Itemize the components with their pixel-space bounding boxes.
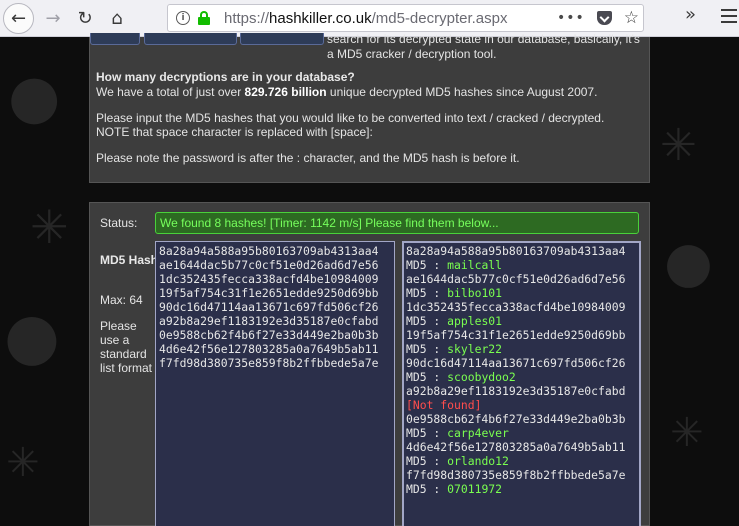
spider-decoration-icon: ✳	[670, 410, 704, 456]
result-output-textarea[interactable]: 8a28a94a588a95b80163709ab4313aa4 MD5 : ma…	[402, 241, 641, 526]
back-button[interactable]: ←	[3, 2, 34, 34]
decrypted-password: skyler22	[447, 342, 503, 356]
forward-arrow-icon: →	[45, 7, 61, 29]
result-hash-line: 8a28a94a588a95b80163709ab4313aa4	[406, 244, 626, 258]
faq-question: How many decryptions are in your databas…	[96, 70, 355, 84]
info-panel: search for its decrypted state in our da…	[89, 32, 650, 183]
toolbar-overflow-icon[interactable]: »	[685, 4, 696, 25]
faq-answer: We have a total of just over 829.726 bil…	[96, 85, 597, 99]
result-prefix: MD5 :	[406, 454, 448, 468]
result-prefix: MD5 :	[406, 258, 448, 272]
home-icon: ⌂	[111, 7, 123, 29]
input-hash-line: 0e9588cb62f4b6f27e33d449e2ba0b3b	[159, 328, 379, 342]
input-hash-line: a92b8a29ef1183192e3d35187e0cfabd	[159, 314, 379, 328]
pumpkin-decoration-icon: ●	[8, 62, 61, 132]
pumpkin-decoration-icon: ●	[4, 300, 60, 374]
top-button-1[interactable]	[90, 33, 140, 45]
intro-text: search for its decrypted state in our da…	[327, 32, 640, 61]
url-path: /md5-decrypter.aspx	[371, 9, 508, 27]
input-hash-line: 90dc16d47114aa13671c697fd506cf26	[159, 300, 379, 314]
max-hashes-label: Max: 64	[100, 293, 143, 307]
decrypted-password: carp4ever	[447, 426, 509, 440]
back-arrow-icon: ←	[10, 7, 27, 29]
result-hash-line: 4d6e42f56e127803285a0a7649b5ab11	[406, 440, 626, 454]
pumpkin-decoration-icon: ●	[664, 230, 713, 295]
result-prefix: MD5 :	[406, 426, 448, 440]
decrypted-password: apples01	[447, 314, 503, 328]
forward-button[interactable]: →	[38, 3, 68, 33]
not-found-label: [Not found]	[406, 398, 482, 412]
decrypter-panel: Status: We found 8 hashes! [Timer: 1142 …	[89, 202, 650, 526]
input-hash-line: 8a28a94a588a95b80163709ab4313aa4	[159, 244, 379, 258]
spider-decoration-icon: ✳	[30, 200, 69, 254]
input-hash-line: 19f5af754c31f1e2651edde9250d69bb	[159, 286, 379, 300]
bookmark-star-icon[interactable]: ☆	[624, 8, 639, 28]
reload-icon: ↻	[77, 7, 93, 29]
input-hash-line: ae1644dac5b77c0cf51e0d26ad6d7e56	[159, 258, 379, 272]
reload-button[interactable]: ↻	[70, 3, 100, 33]
result-password-line: MD5 : mailcall	[406, 258, 639, 272]
faq-answer-suffix: unique decrypted MD5 hashes since August…	[326, 85, 598, 99]
hash-count: 829.726 billion	[244, 85, 327, 99]
status-label: Status:	[100, 216, 138, 230]
instructions-text: Please input the MD5 hashes that you wou…	[96, 111, 605, 139]
top-button-3[interactable]	[240, 33, 324, 45]
url-text[interactable]: https://hashkiller.co.uk/md5-decrypter.a…	[224, 10, 508, 27]
result-prefix: MD5 :	[406, 314, 448, 328]
spider-decoration-icon: ✳	[660, 120, 697, 171]
result-password-line: MD5 : orlando12	[406, 454, 639, 468]
site-info-icon[interactable]: i	[176, 11, 190, 25]
url-scheme: https://	[224, 9, 270, 27]
format-hint: Please use a standard list format	[100, 319, 153, 375]
hash-input-textarea[interactable]: 8a28a94a588a95b80163709ab4313aa4 ae1644da…	[155, 241, 395, 526]
result-hash-line: f7fd98d380735e859f8b2ffbbede5a7e	[406, 468, 626, 482]
home-button[interactable]: ⌂	[102, 3, 132, 33]
result-prefix: MD5 :	[406, 370, 448, 384]
url-bar[interactable]: i https://hashkiller.co.uk/md5-decrypter…	[167, 4, 644, 32]
result-prefix: MD5 :	[406, 482, 448, 496]
site-info-glyph: i	[181, 13, 185, 23]
decrypted-password: 07011972	[447, 482, 503, 496]
result-hash-line: a92b8a29ef1183192e3d35187e0cfabd	[406, 384, 626, 398]
faq-answer-prefix: We have a total of just over	[96, 85, 245, 99]
status-message: We found 8 hashes! [Timer: 1142 m/s] Ple…	[155, 212, 639, 234]
hamburger-menu-icon[interactable]	[721, 9, 737, 23]
result-password-line: [Not found]	[406, 398, 639, 412]
lock-icon[interactable]	[198, 11, 210, 25]
input-hash-line: f7fd98d380735e859f8b2ffbbede5a7e	[159, 356, 379, 370]
decrypted-password: scoobydoo2	[447, 370, 516, 384]
result-password-line: MD5 : bilbo101	[406, 286, 639, 300]
decrypted-password: bilbo101	[447, 286, 503, 300]
result-hash-line: 1dc352435fecca338acfd4be10984009	[406, 300, 626, 314]
result-prefix: MD5 :	[406, 342, 448, 356]
result-hash-line: 0e9588cb62f4b6f27e33d449e2ba0b3b	[406, 412, 626, 426]
result-hash-line: 19f5af754c31f1e2651edde9250d69bb	[406, 328, 626, 342]
spider-decoration-icon: ✳	[6, 440, 40, 486]
result-password-line: MD5 : 07011972	[406, 482, 639, 496]
page-actions-icon[interactable]: •••	[557, 10, 585, 26]
result-hash-line: 90dc16d47114aa13671c697fd506cf26	[406, 356, 626, 370]
password-note: Please note the password is after the : …	[96, 151, 520, 165]
decrypted-password: mailcall	[447, 258, 503, 272]
result-hash-line: ae1644dac5b77c0cf51e0d26ad6d7e56	[406, 272, 626, 286]
decrypted-password: orlando12	[447, 454, 509, 468]
result-password-line: MD5 : skyler22	[406, 342, 639, 356]
result-password-line: MD5 : carp4ever	[406, 426, 639, 440]
pocket-icon[interactable]	[596, 11, 612, 25]
result-password-line: MD5 : apples01	[406, 314, 639, 328]
result-password-line: MD5 : scoobydoo2	[406, 370, 639, 384]
top-button-2[interactable]	[144, 33, 237, 45]
url-host: hashkiller.co.uk	[269, 9, 372, 27]
input-hash-line: 1dc352435fecca338acfd4be10984009	[159, 272, 379, 286]
input-hash-line: 4d6e42f56e127803285a0a7649b5ab11	[159, 342, 379, 356]
result-prefix: MD5 :	[406, 286, 448, 300]
